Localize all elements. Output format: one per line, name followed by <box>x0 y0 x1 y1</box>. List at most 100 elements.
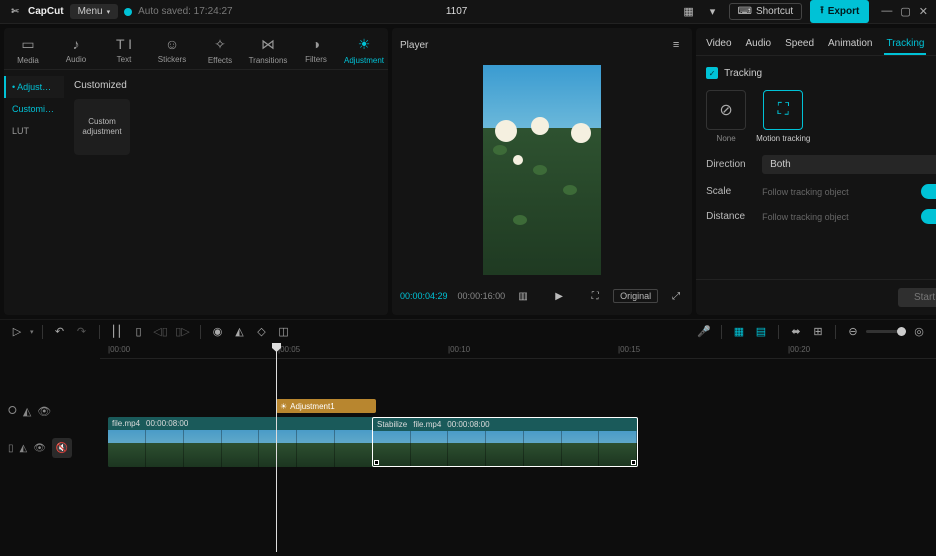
hide-icon[interactable]: ◭ <box>20 443 28 454</box>
original-button[interactable]: Original <box>613 289 658 303</box>
motion-tracking-icon: ⛶ <box>778 101 789 119</box>
lock-icon[interactable]: ▯ <box>8 443 14 454</box>
side-tab-lut[interactable]: LUT <box>4 120 64 142</box>
insp-tab-audio[interactable]: Audio <box>744 34 774 55</box>
adjustment-clip[interactable]: ☀ Adjustment1 <box>276 399 376 413</box>
shortcut-button[interactable]: ⌨ Shortcut <box>729 3 803 20</box>
adj-track-header: ⭘ ◭ 👁 <box>0 399 100 423</box>
lock-icon[interactable]: ⭘ <box>8 405 17 418</box>
direction-select[interactable]: Both ▾ <box>762 155 936 174</box>
shortcut-label: Shortcut <box>756 6 793 17</box>
hide-icon[interactable]: ◭ <box>23 405 31 418</box>
magnet-main-icon[interactable]: ▦ <box>730 323 748 341</box>
speed-tool[interactable]: ◉ <box>209 323 227 341</box>
delete-left-tool[interactable]: ◁▯ <box>152 323 170 341</box>
direction-label: Direction <box>706 159 754 170</box>
clip-handle-left[interactable] <box>374 460 379 465</box>
undo-button[interactable]: ↶ <box>51 323 69 341</box>
clip2-name: file.mp4 <box>413 420 441 429</box>
insp-tab-tracking[interactable]: Tracking <box>884 34 926 55</box>
fullscreen-icon[interactable]: ⤢ <box>668 288 684 304</box>
split-tool[interactable]: ⎮⎮ <box>108 323 126 341</box>
tab-adjustment[interactable]: ☀Adjustment <box>340 32 388 69</box>
video-preview[interactable] <box>400 54 684 285</box>
delete-tool[interactable]: ▯ <box>130 323 148 341</box>
ruler-tick: |00:10 <box>448 345 470 354</box>
autosave-indicator-icon <box>124 8 132 16</box>
layout-chevron-icon[interactable]: ▾ <box>705 4 721 20</box>
columns-icon[interactable]: ▥ <box>515 288 531 304</box>
keyboard-icon: ⌨ <box>738 6 752 17</box>
redo-button[interactable]: ↷ <box>73 323 91 341</box>
playhead[interactable] <box>276 343 277 552</box>
menu-button[interactable]: Menu ▾ <box>70 4 119 19</box>
video-track-header: ▯ ◭ 👁 🔇 <box>0 423 100 473</box>
magnet-track-icon[interactable]: ▤ <box>752 323 770 341</box>
rotate-tool[interactable]: ◇ <box>253 323 271 341</box>
clip-handle-right[interactable] <box>631 460 636 465</box>
tab-filters[interactable]: ◑Filters <box>292 32 340 69</box>
eye-icon[interactable]: 👁 <box>37 405 51 418</box>
mirror-tool[interactable]: ◭ <box>231 323 249 341</box>
ratio-icon[interactable]: ⛶ <box>587 288 603 304</box>
project-title: 1107 <box>233 6 681 17</box>
export-icon: ⭱ <box>820 3 824 20</box>
eye-icon[interactable]: 👁 <box>33 443 46 454</box>
distance-toggle[interactable] <box>921 209 936 224</box>
app-logo: ✄ <box>8 5 22 19</box>
tab-media[interactable]: ▭Media <box>4 32 52 69</box>
minimize-button[interactable]: — <box>881 5 892 18</box>
effects-icon: ✧ <box>214 36 226 53</box>
mute-icon[interactable]: 🔇 <box>52 438 72 458</box>
scale-sublabel: Follow tracking object <box>762 187 849 197</box>
adjustment-content: Customized Custom adjustment <box>64 70 388 315</box>
side-tab-customized[interactable]: Customi… <box>4 98 64 120</box>
mode-motion-tracking[interactable]: ⛶ Motion tracking <box>756 90 810 143</box>
app-brand: CapCut <box>28 6 64 17</box>
ruler-tick: |00:05 <box>278 345 300 354</box>
zoom-slider[interactable] <box>866 330 906 333</box>
layout-icon[interactable]: ▦ <box>681 4 697 20</box>
maximize-button[interactable]: ▢ <box>900 5 910 18</box>
tab-transitions[interactable]: ⋈Transitions <box>244 32 292 69</box>
tab-audio[interactable]: ♪Audio <box>52 32 100 69</box>
audio-icon: ♪ <box>73 36 80 52</box>
delete-right-tool[interactable]: ▯▷ <box>174 323 192 341</box>
text-icon: T I <box>116 36 132 52</box>
time-ruler[interactable]: |00:00 |00:05 |00:10 |00:15 |00:20 <box>100 343 936 359</box>
start-button[interactable]: Start <box>898 288 936 307</box>
zoom-fit-icon[interactable]: ◎ <box>910 323 928 341</box>
insp-tab-video[interactable]: Video <box>704 34 733 55</box>
timeline[interactable]: |00:00 |00:05 |00:10 |00:15 |00:20 ⭘ ◭ 👁… <box>0 343 936 552</box>
scale-toggle[interactable] <box>921 184 936 199</box>
clip1-name: file.mp4 <box>112 419 140 428</box>
play-button[interactable]: ▶ <box>551 288 567 304</box>
tracking-checkbox[interactable]: ✓ <box>706 67 718 79</box>
tab-stickers[interactable]: ☺Stickers <box>148 32 196 69</box>
player-title: Player <box>400 40 428 51</box>
source-panel: ▭Media ♪Audio T IText ☺Stickers ✧Effects… <box>4 28 388 315</box>
select-tool[interactable]: ▷ <box>8 323 26 341</box>
timeline-toolbar: ▷ ▾ ↶ ↷ ⎮⎮ ▯ ◁▯ ▯▷ ◉ ◭ ◇ ◫ 🎤 ▦ ▤ ⬌ ⊞ ⊖ ◎ <box>0 319 936 343</box>
mode-none[interactable]: ⊘ None <box>706 90 746 143</box>
ruler-tick: |00:15 <box>618 345 640 354</box>
clip1-duration: 00:00:08:00 <box>146 419 188 428</box>
side-tab-adjustment[interactable]: • Adjustment <box>4 76 64 98</box>
zoom-out-icon[interactable]: ⊖ <box>844 323 862 341</box>
close-button[interactable]: ✕ <box>919 5 928 18</box>
tab-text[interactable]: T IText <box>100 32 148 69</box>
insp-tab-animation[interactable]: Animation <box>826 34 874 55</box>
select-chevron[interactable]: ▾ <box>30 328 34 336</box>
mic-icon[interactable]: 🎤 <box>695 323 713 341</box>
video-clip-2[interactable]: Stabilize file.mp4 00:00:08:00 <box>372 417 638 467</box>
link-icon[interactable]: ⬌ <box>787 323 805 341</box>
ruler-tick: |00:00 <box>108 345 130 354</box>
export-button[interactable]: ⭱ Export <box>810 0 869 23</box>
crop-tool[interactable]: ◫ <box>275 323 293 341</box>
player-menu-icon[interactable]: ≡ <box>668 37 684 53</box>
custom-adjustment-card[interactable]: Custom adjustment <box>74 99 130 155</box>
player-panel: Player ≡ 00:00:04:29 00:00:16:00 ▥ ▶ ⛶ O… <box>392 28 692 315</box>
tab-effects[interactable]: ✧Effects <box>196 32 244 69</box>
insp-tab-speed[interactable]: Speed <box>783 34 816 55</box>
preview-icon[interactable]: ⊞ <box>809 323 827 341</box>
